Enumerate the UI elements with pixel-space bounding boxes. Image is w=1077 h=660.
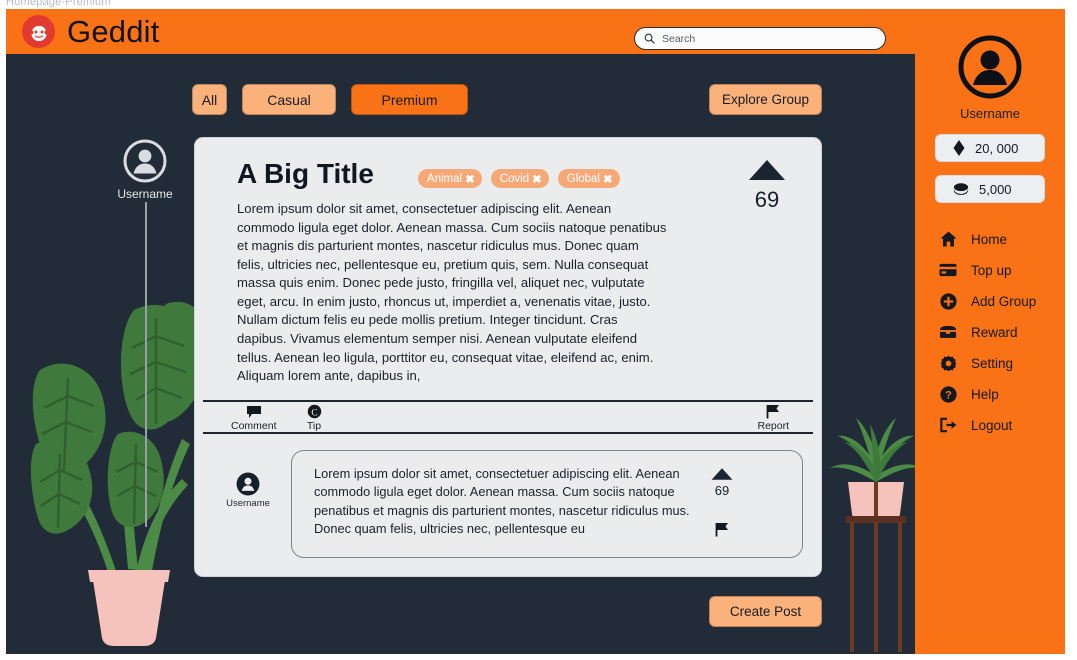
tip-action[interactable]: C Tip — [307, 402, 322, 432]
comment-action-label: Comment — [231, 419, 277, 432]
post-card: A Big Title Animal ✖ Covid ✖ Global ✖ 69… — [194, 137, 822, 577]
post-header: A Big Title Animal ✖ Covid ✖ Global ✖ — [195, 138, 821, 188]
sidebar-item-label: Home — [971, 231, 1008, 247]
filter-pill-premium[interactable]: Premium — [351, 84, 468, 115]
balance-gems-value: 20, 000 — [975, 140, 1019, 156]
snoo-logo-icon[interactable] — [22, 15, 55, 48]
filter-pill-all[interactable]: All — [192, 84, 227, 115]
tag-label: Animal — [426, 172, 463, 185]
user-avatar-icon[interactable] — [958, 35, 1022, 99]
tag-remove-icon[interactable]: ✖ — [532, 172, 542, 186]
flag-icon — [766, 405, 780, 419]
post-vote-column: 69 — [737, 158, 797, 213]
sidebar-item-label: Add Group — [971, 293, 1037, 309]
question-circle-icon: ? — [939, 385, 957, 403]
potted-plant-decoration — [826, 404, 926, 654]
tag-label: Covid — [499, 172, 530, 185]
comment-action[interactable]: Comment — [231, 403, 277, 432]
sidebar-item-setting[interactable]: Setting — [939, 352, 1055, 374]
post-tag-covid[interactable]: Covid ✖ — [490, 169, 549, 188]
monstera-plant-decoration — [16, 274, 216, 654]
logout-arrow-icon — [939, 417, 957, 433]
thread-connector-line — [145, 202, 147, 527]
comment-row: Username Lorem ipsum dolor sit amet, con… — [213, 450, 803, 558]
report-action[interactable]: Report — [757, 402, 789, 432]
upvote-triangle-icon[interactable] — [748, 158, 786, 182]
svg-text:C: C — [311, 408, 317, 418]
comment-vote-count: 69 — [714, 483, 730, 498]
post-title: A Big Title — [237, 158, 374, 189]
comment-text: Lorem ipsum dolor sit amet, consectetuer… — [314, 466, 690, 537]
comment-bubble-icon — [246, 405, 261, 418]
sidebar-item-label: Reward — [971, 324, 1018, 340]
balance-coins[interactable]: 5,000 — [935, 175, 1045, 203]
upvote-triangle-icon[interactable] — [711, 467, 733, 481]
copyright-coin-icon: C — [307, 404, 321, 419]
gem-icon — [953, 140, 965, 156]
tag-remove-icon[interactable]: ✖ — [603, 172, 613, 186]
home-icon — [939, 231, 957, 247]
credit-card-icon — [939, 263, 957, 277]
treasure-chest-icon — [939, 325, 957, 339]
right-sidebar: Username 20, 000 5,000 Home Top up Add G… — [915, 9, 1065, 654]
comment-vote-column: 69 — [694, 465, 750, 543]
post-author-column: Username — [117, 139, 173, 201]
sidebar-item-label: Help — [971, 386, 999, 402]
sidebar-item-topup[interactable]: Top up — [939, 259, 1055, 281]
sidebar-item-label: Setting — [971, 355, 1014, 371]
comment-author: Username — [213, 450, 283, 509]
brand-name: Geddit — [67, 14, 160, 49]
sidebar-item-home[interactable]: Home — [939, 228, 1055, 250]
user-avatar-icon[interactable] — [236, 472, 260, 496]
sidebar-item-label: Logout — [971, 417, 1013, 433]
tip-action-label: Tip — [306, 420, 322, 432]
create-post-button[interactable]: Create Post — [709, 596, 822, 627]
search-icon — [644, 33, 655, 44]
post-tag-global[interactable]: Global ✖ — [557, 169, 620, 188]
balance-gems[interactable]: 20, 000 — [935, 134, 1045, 162]
search-input[interactable] — [662, 32, 876, 45]
sidebar-username: Username — [960, 106, 1020, 121]
tag-label: Global — [566, 172, 600, 185]
sidebar-item-reward[interactable]: Reward — [939, 321, 1055, 343]
post-vote-count: 69 — [754, 187, 780, 212]
filter-pill-casual[interactable]: Casual — [242, 84, 336, 115]
explore-group-button[interactable]: Explore Group — [709, 84, 822, 115]
search-bar[interactable] — [634, 27, 886, 50]
balance-coins-value: 5,000 — [979, 181, 1012, 197]
screenshot-canvas: Homepage-Premium Geddit Search All Casua… — [0, 0, 1077, 660]
comment-box: Lorem ipsum dolor sit amet, consectetuer… — [291, 450, 803, 558]
frame-caption: Homepage-Premium — [6, 0, 111, 8]
gear-icon — [939, 355, 957, 372]
app-window: Geddit All Casual Premium Explore Group … — [6, 9, 1065, 654]
post-tag-list: Animal ✖ Covid ✖ Global ✖ — [417, 169, 620, 188]
tag-remove-icon[interactable]: ✖ — [465, 172, 475, 186]
post-body-text: Lorem ipsum dolor sit amet, consectetuer… — [237, 201, 667, 384]
sidebar-item-add-group[interactable]: Add Group — [939, 290, 1055, 312]
flag-icon[interactable] — [715, 522, 729, 537]
plus-circle-icon — [939, 292, 957, 310]
post-action-bar: Comment C Tip Report — [203, 400, 813, 434]
sidebar-item-help[interactable]: ? Help — [939, 383, 1055, 405]
sidebar-item-logout[interactable]: Logout — [939, 414, 1055, 436]
post-tag-animal[interactable]: Animal ✖ — [417, 169, 482, 188]
coin-stack-icon — [953, 183, 969, 195]
sidebar-item-label: Top up — [971, 262, 1012, 278]
comment-author-name: Username — [226, 498, 270, 509]
sidebar-menu: Home Top up Add Group Reward Setting ? H… — [925, 228, 1055, 436]
user-avatar-icon[interactable] — [123, 139, 167, 183]
report-action-label: Report — [757, 420, 789, 432]
post-author-name: Username — [117, 187, 173, 201]
svg-text:?: ? — [945, 389, 952, 401]
